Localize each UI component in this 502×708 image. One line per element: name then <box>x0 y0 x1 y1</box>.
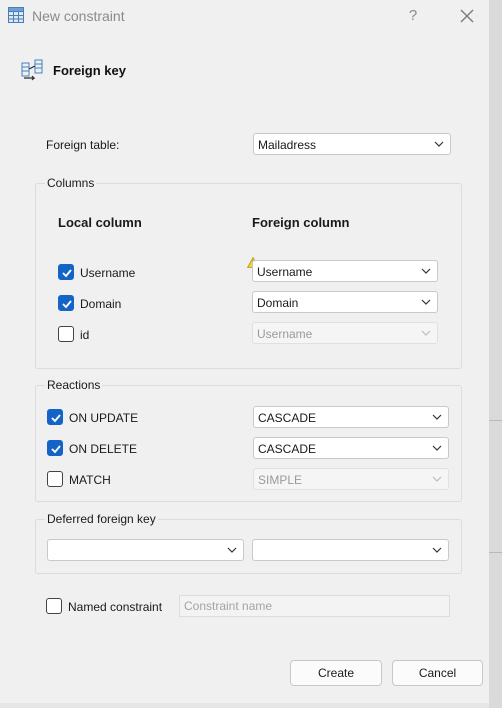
domain-foreign-select[interactable]: Domain <box>252 291 438 313</box>
divider <box>489 552 502 553</box>
divider <box>489 420 502 421</box>
domain-foreign-value: Domain <box>257 296 299 310</box>
page-title: Foreign key <box>53 63 126 78</box>
foreign-table-label: Foreign table: <box>46 138 120 152</box>
match-value: SIMPLE <box>258 473 303 487</box>
help-button[interactable]: ? <box>402 5 424 27</box>
on-delete-label: ON DELETE <box>69 442 138 456</box>
cancel-button[interactable]: Cancel <box>392 660 483 686</box>
columns-group-title: Columns <box>45 176 97 190</box>
chevron-down-icon <box>432 414 442 420</box>
chevron-down-icon <box>432 547 442 553</box>
chevron-down-icon <box>421 268 431 274</box>
username-foreign-value: Username <box>257 265 313 279</box>
id-checkbox[interactable] <box>58 326 74 342</box>
checkmark-icon <box>51 445 61 454</box>
chevron-down-icon <box>227 547 237 553</box>
new-constraint-dialog: New constraint ? Foreign key Foreign tab… <box>0 0 489 703</box>
match-label: MATCH <box>69 473 111 487</box>
id-foreign-value: Username <box>257 327 313 341</box>
deferred-right-select[interactable] <box>252 539 449 561</box>
match-checkbox[interactable] <box>47 471 63 487</box>
chevron-down-icon <box>421 330 431 336</box>
username-checkbox[interactable] <box>58 264 74 280</box>
named-constraint-checkbox[interactable] <box>46 598 62 614</box>
title-bar: New constraint ? <box>0 0 489 33</box>
deferred-left-select[interactable] <box>47 539 244 561</box>
domain-local-label: Domain <box>80 297 122 311</box>
domain-checkbox[interactable] <box>58 295 74 311</box>
id-local-label: id <box>80 328 90 342</box>
constraint-name-input[interactable] <box>180 596 449 616</box>
checkmark-icon <box>62 269 72 278</box>
match-select: SIMPLE <box>253 468 449 490</box>
chevron-down-icon <box>432 476 442 482</box>
foreign-column-header: Foreign column <box>252 215 350 230</box>
checkmark-icon <box>62 300 72 309</box>
on-update-select[interactable]: CASCADE <box>253 406 449 428</box>
deferred-group-title: Deferred foreign key <box>45 512 158 526</box>
local-column-header: Local column <box>58 215 142 230</box>
foreign-table-select[interactable]: Mailadress <box>253 133 451 155</box>
foreign-table-value: Mailadress <box>258 138 317 152</box>
on-update-label: ON UPDATE <box>69 411 139 425</box>
id-foreign-select: Username <box>252 322 438 344</box>
on-delete-value: CASCADE <box>258 442 317 456</box>
chevron-down-icon <box>421 299 431 305</box>
chevron-down-icon <box>432 445 442 451</box>
table-app-icon <box>8 7 24 23</box>
reactions-group-title: Reactions <box>45 378 103 392</box>
username-local-label: Username <box>80 266 136 280</box>
create-button[interactable]: Create <box>290 660 382 686</box>
constraint-name-field[interactable] <box>179 595 450 617</box>
checkmark-icon <box>51 414 61 423</box>
chevron-down-icon <box>434 141 444 147</box>
username-foreign-select[interactable]: Username <box>252 260 438 282</box>
on-delete-checkbox[interactable] <box>47 440 63 456</box>
on-update-value: CASCADE <box>258 411 317 425</box>
on-update-checkbox[interactable] <box>47 409 63 425</box>
named-constraint-label: Named constraint <box>68 600 163 614</box>
foreign-key-icon <box>21 59 43 81</box>
on-delete-select[interactable]: CASCADE <box>253 437 449 459</box>
window-title: New constraint <box>32 8 125 24</box>
close-icon[interactable] <box>456 5 478 27</box>
background-window-edge <box>489 0 502 708</box>
